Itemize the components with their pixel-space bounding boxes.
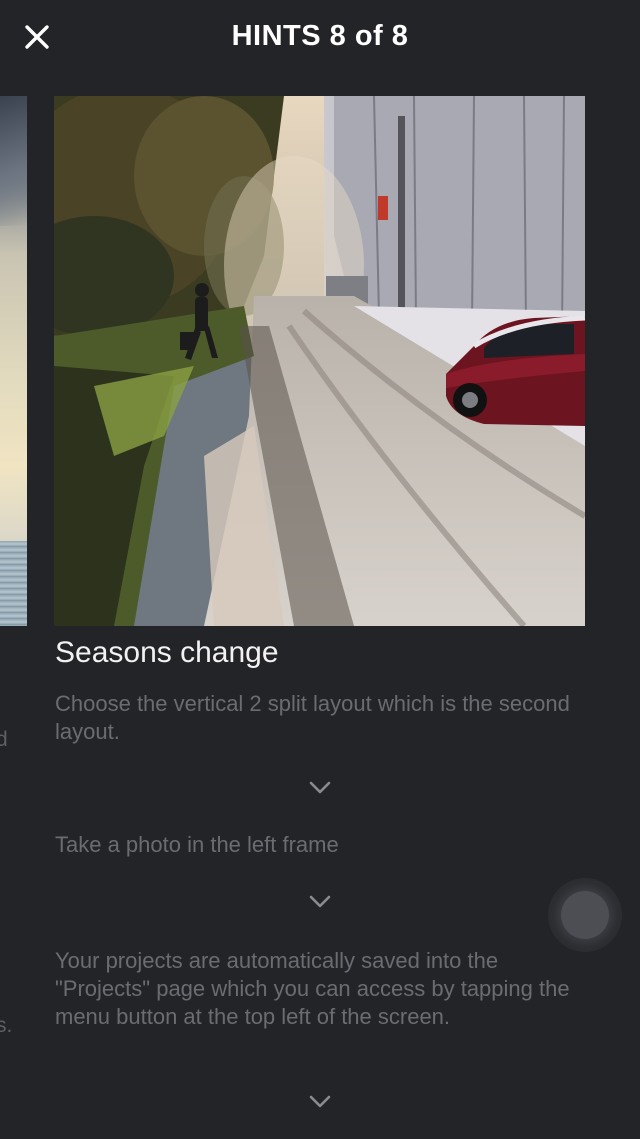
previous-hint-text-fragment: d (0, 728, 8, 751)
chevron-down-icon (309, 781, 331, 794)
hints-screen: HINTS 8 of 8 d s. Seasons change Choose … (0, 0, 640, 1139)
hint-heading: Seasons change (55, 636, 279, 669)
previous-hint-image-sea (0, 541, 27, 626)
seasons-road-photo (54, 96, 585, 626)
floating-button-knob (561, 891, 609, 939)
next-step-chevron[interactable] (306, 778, 334, 798)
page-title: HINTS 8 of 8 (231, 20, 409, 52)
hint-step-text: Choose the vertical 2 split layout which… (55, 691, 570, 744)
previous-hint-image[interactable] (0, 96, 27, 626)
hint-step-text: Your projects are automatically saved in… (55, 948, 570, 1029)
previous-hint-image-sky (0, 96, 27, 226)
hint-step-text: Take a photo in the left frame (55, 832, 339, 857)
chevron-down-icon (309, 895, 331, 908)
header: HINTS 8 of 8 (0, 0, 640, 80)
previous-hint-text-fragment: s. (0, 1014, 13, 1037)
next-step-chevron[interactable] (306, 892, 334, 912)
floating-assistive-button[interactable] (548, 878, 622, 952)
chevron-down-icon (309, 1095, 331, 1108)
next-step-chevron[interactable] (306, 1092, 334, 1112)
hint-photo (54, 96, 585, 626)
